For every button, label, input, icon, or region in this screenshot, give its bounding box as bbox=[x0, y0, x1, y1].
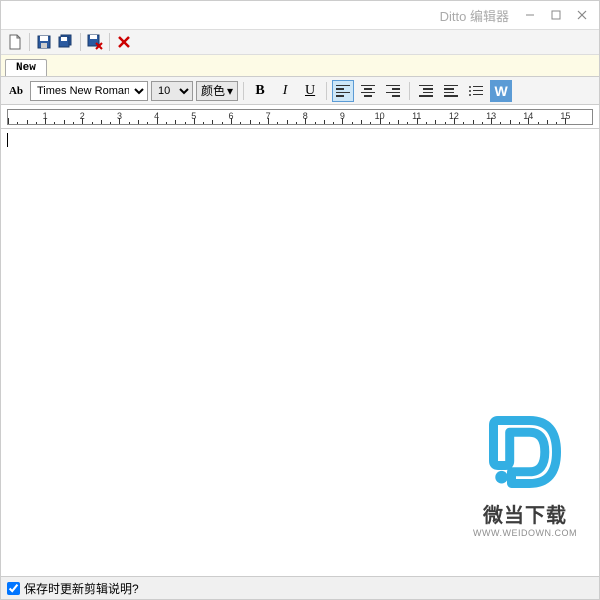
chevron-down-icon: ▾ bbox=[227, 84, 233, 98]
separator bbox=[109, 33, 110, 51]
text-editor[interactable]: 微当下载 WWW.WEIDOWN.COM bbox=[1, 129, 599, 577]
align-left-button[interactable] bbox=[332, 80, 354, 102]
wrap-button[interactable]: W bbox=[490, 80, 512, 102]
underline-button[interactable]: U bbox=[299, 80, 321, 102]
ruler[interactable]: 123456789101112131415 bbox=[1, 105, 599, 129]
app-window: Ditto 编辑器 New Ab Times New Roman 10 颜色▾ … bbox=[0, 0, 600, 600]
watermark-url: WWW.WEIDOWN.COM bbox=[473, 528, 577, 538]
status-bar: 保存时更新剪辑说明? bbox=[1, 577, 599, 599]
separator bbox=[29, 33, 30, 51]
font-size-select[interactable]: 10 bbox=[151, 81, 193, 101]
checkbox-input[interactable] bbox=[7, 582, 20, 595]
titlebar: Ditto 编辑器 bbox=[1, 1, 599, 29]
bold-button[interactable]: B bbox=[249, 80, 271, 102]
format-toolbar: Ab Times New Roman 10 颜色▾ B I U W bbox=[1, 77, 599, 105]
separator bbox=[409, 82, 410, 100]
update-description-checkbox[interactable]: 保存时更新剪辑说明? bbox=[7, 580, 139, 597]
save-close-icon[interactable] bbox=[85, 32, 105, 52]
maximize-button[interactable] bbox=[543, 5, 569, 25]
watermark-logo-icon bbox=[480, 407, 570, 497]
indent-button[interactable] bbox=[440, 80, 462, 102]
align-center-button[interactable] bbox=[357, 80, 379, 102]
save-icon[interactable] bbox=[34, 32, 54, 52]
close-button[interactable] bbox=[569, 5, 595, 25]
bullet-list-button[interactable] bbox=[465, 80, 487, 102]
document-tabs: New bbox=[1, 55, 599, 77]
separator bbox=[326, 82, 327, 100]
watermark: 微当下载 WWW.WEIDOWN.COM bbox=[473, 407, 577, 538]
minimize-button[interactable] bbox=[517, 5, 543, 25]
separator bbox=[243, 82, 244, 100]
italic-button[interactable]: I bbox=[274, 80, 296, 102]
watermark-title: 微当下载 bbox=[473, 499, 577, 528]
window-title: Ditto 编辑器 bbox=[440, 6, 509, 25]
delete-icon[interactable] bbox=[114, 32, 134, 52]
separator bbox=[80, 33, 81, 51]
tab-new[interactable]: New bbox=[5, 59, 47, 76]
color-button[interactable]: 颜色▾ bbox=[196, 81, 238, 101]
new-file-icon[interactable] bbox=[5, 32, 25, 52]
text-cursor bbox=[7, 133, 8, 147]
main-toolbar bbox=[1, 29, 599, 55]
font-family-select[interactable]: Times New Roman bbox=[30, 81, 148, 101]
save-all-icon[interactable] bbox=[56, 32, 76, 52]
outdent-button[interactable] bbox=[415, 80, 437, 102]
align-right-button[interactable] bbox=[382, 80, 404, 102]
text-format-icon[interactable]: Ab bbox=[5, 80, 27, 102]
